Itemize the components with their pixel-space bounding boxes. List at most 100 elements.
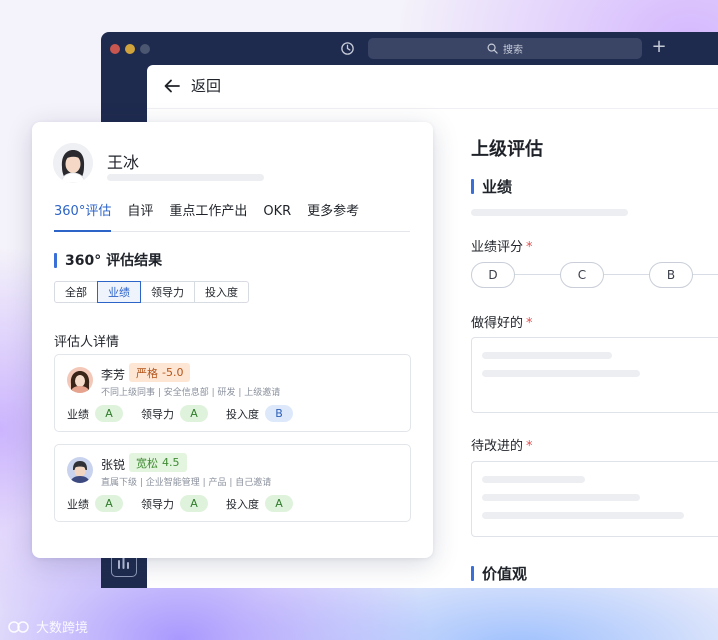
tab-360-evaluation[interactable]: 360°评估 <box>54 202 112 232</box>
to-improve-text: 待改进的 <box>471 439 524 454</box>
close-window-button[interactable] <box>110 44 120 54</box>
to-improve-label: 待改进的 * <box>471 435 533 454</box>
score-label: 领导力 <box>141 497 174 511</box>
search-input[interactable]: 搜索 <box>368 38 642 59</box>
filter-engagement[interactable]: 投入度 <box>194 281 249 303</box>
tab-self-evaluation[interactable]: 自评 <box>127 202 153 232</box>
avatar <box>67 457 93 483</box>
maximize-window-button[interactable] <box>140 44 150 54</box>
minimize-window-button[interactable] <box>125 44 135 54</box>
score-label: 投入度 <box>226 497 259 511</box>
employee-name: 王冰 <box>107 153 140 172</box>
raters-heading: 评估人详情 <box>54 335 120 350</box>
tab-key-work-output[interactable]: 重点工作产出 <box>169 202 247 232</box>
filter-all[interactable]: 全部 <box>54 281 98 303</box>
to-improve-textarea[interactable] <box>471 461 718 537</box>
placeholder-bar <box>482 476 585 483</box>
tab-okr[interactable]: OKR <box>263 202 291 232</box>
required-mark: * <box>526 316 533 331</box>
rater-card[interactable]: 李芳 严格 -5.0 不同上级同事 | 安全信息部 | 研发 | 上级邀请 业绩… <box>54 354 411 432</box>
rater-meta: 直属下级 | 企业智能管理 | 产品 | 自己邀请 <box>101 478 272 488</box>
content-header: 返回 <box>147 65 718 109</box>
arrow-left-icon <box>164 79 180 92</box>
grade-pill: A <box>180 495 208 512</box>
placeholder-bar <box>482 370 640 377</box>
placeholder-bar <box>482 494 640 501</box>
rater-card[interactable]: 张锐 宽松 4.5 直属下级 | 企业智能管理 | 产品 | 自己邀请 业绩 A… <box>54 444 411 522</box>
watermark: 大数跨境 <box>8 617 88 636</box>
back-label: 返回 <box>191 77 222 95</box>
grade-option-c[interactable]: C <box>560 262 604 288</box>
grade-pill: A <box>95 405 123 422</box>
brand-logo-icon <box>8 620 29 633</box>
values-section-heading: 价值观 <box>471 563 527 584</box>
strictness-badge: 严格 -5.0 <box>129 363 191 382</box>
required-mark: * <box>526 439 533 454</box>
avatar <box>53 143 93 183</box>
avatar <box>67 367 93 393</box>
score-row: 业绩 A 领导力 A 投入度 A <box>67 495 311 512</box>
rater-meta: 不同上级同事 | 安全信息部 | 研发 | 上级邀请 <box>101 388 281 398</box>
tab-more-reference[interactable]: 更多参考 <box>307 202 359 232</box>
score-performance: 业绩 A <box>67 405 123 422</box>
score-engagement: 投入度 A <box>226 495 293 512</box>
filter-performance[interactable]: 业绩 <box>97 281 141 303</box>
dimension-filter: 全部 业绩 领导力 投入度 <box>54 281 249 303</box>
score-performance: 业绩 A <box>67 495 123 512</box>
profile-tabs: 360°评估 自评 重点工作产出 OKR 更多参考 <box>54 202 410 232</box>
grade-option-b[interactable]: B <box>649 262 693 288</box>
person-avatar-icon <box>67 457 93 483</box>
performance-score-label: 业绩评分 * <box>471 236 533 255</box>
placeholder-bar <box>482 352 612 359</box>
leniency-badge: 宽松 4.5 <box>129 453 187 472</box>
badge-label: 宽松 <box>136 456 158 470</box>
result-title: 360° 评估结果 <box>65 253 163 269</box>
page-title: 上级评估 <box>471 139 543 160</box>
values-section-title: 价值观 <box>482 565 528 583</box>
score-label: 业绩 <box>67 497 89 511</box>
section-marker <box>471 566 474 581</box>
score-label: 投入度 <box>226 407 259 421</box>
badge-value: -5.0 <box>162 366 184 379</box>
person-avatar-icon <box>67 367 93 393</box>
score-leadership: 领导力 A <box>141 495 208 512</box>
required-mark: * <box>526 240 533 255</box>
badge-value: 4.5 <box>162 456 180 469</box>
placeholder-bar <box>471 209 628 216</box>
grade-pill: A <box>95 495 123 512</box>
rater-name: 张锐 <box>101 458 126 472</box>
title-bar: 搜索 + <box>101 32 718 65</box>
placeholder-bar <box>482 512 684 519</box>
profile-card: 王冰 360°评估 自评 重点工作产出 OKR 更多参考 360° 评估结果 全… <box>32 122 433 558</box>
score-leadership: 领导力 A <box>141 405 208 422</box>
score-row: 业绩 A 领导力 A 投入度 B <box>67 405 311 422</box>
search-icon <box>487 43 498 54</box>
rater-name: 李芳 <box>101 368 126 382</box>
badge-label: 严格 <box>136 366 158 380</box>
result-heading: 360° 评估结果 <box>54 250 162 270</box>
performance-section-heading: 业绩 <box>471 176 512 197</box>
grade-pill: A <box>180 405 208 422</box>
search-placeholder: 搜索 <box>503 45 523 56</box>
watermark-text: 大数跨境 <box>36 621 89 636</box>
performance-section-title: 业绩 <box>482 178 513 196</box>
did-well-text: 做得好的 <box>471 316 524 331</box>
filter-leadership[interactable]: 领导力 <box>140 281 195 303</box>
did-well-textarea[interactable] <box>471 337 718 413</box>
back-button[interactable]: 返回 <box>163 75 221 96</box>
grade-pill: A <box>265 495 293 512</box>
did-well-label: 做得好的 * <box>471 312 533 331</box>
plus-icon[interactable]: + <box>649 37 669 57</box>
person-avatar-icon <box>53 143 93 183</box>
grade-pill: B <box>265 405 293 422</box>
section-marker <box>54 252 57 268</box>
section-marker <box>471 179 474 194</box>
score-label: 业绩 <box>67 407 89 421</box>
grade-selector: D C B <box>471 262 718 288</box>
grade-option-d[interactable]: D <box>471 262 515 288</box>
placeholder-bar <box>107 174 264 181</box>
history-icon[interactable] <box>340 41 355 56</box>
score-label: 领导力 <box>141 407 174 421</box>
performance-score-text: 业绩评分 <box>471 240 524 255</box>
score-engagement: 投入度 B <box>226 405 293 422</box>
